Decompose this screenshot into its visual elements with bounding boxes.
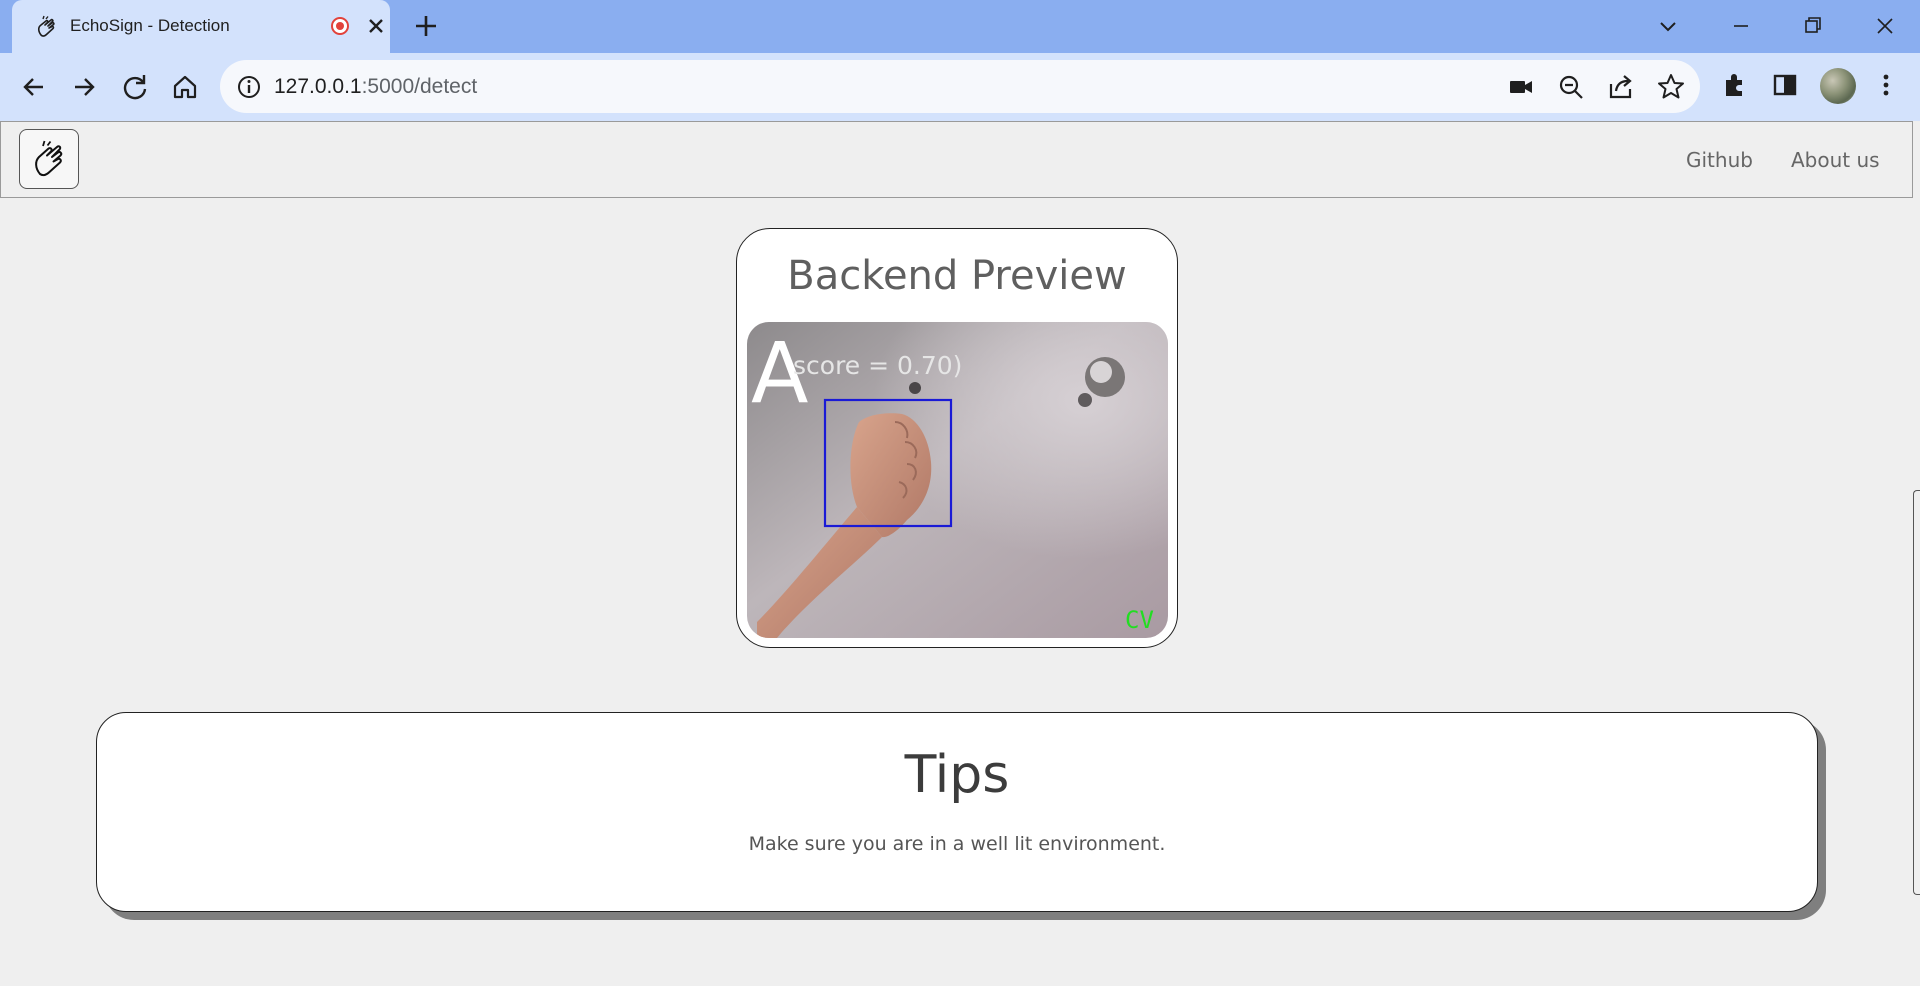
browser-tab-active[interactable]: EchoSign - Detection xyxy=(12,0,390,53)
minimize-icon[interactable] xyxy=(1727,12,1755,40)
backend-preview-card: Backend Preview A score = 0.70) CV xyxy=(736,228,1178,648)
wall-knob-small xyxy=(1078,393,1092,407)
url-text: 127.0.0.1:5000/detect xyxy=(274,75,477,99)
browser-tabstrip: EchoSign - Detection xyxy=(0,0,1920,53)
cv-watermark: CV xyxy=(1125,606,1154,634)
nav-link-github[interactable]: Github xyxy=(1686,148,1753,172)
hand-sign-favicon-icon xyxy=(37,15,55,37)
browser-toolbar: 127.0.0.1:5000/detect xyxy=(0,53,1920,121)
hand-sign-logo-icon xyxy=(35,140,63,177)
forward-arrow-icon[interactable] xyxy=(67,70,101,104)
side-panel-icon[interactable] xyxy=(1770,70,1800,100)
tab-close-icon[interactable] xyxy=(365,15,387,37)
zoom-out-icon[interactable] xyxy=(1556,72,1586,102)
site-info-icon[interactable] xyxy=(236,74,262,100)
profile-avatar[interactable] xyxy=(1820,68,1856,104)
bookmark-star-icon[interactable] xyxy=(1656,72,1686,102)
site-navbar: Github About us xyxy=(0,121,1913,198)
camera-in-use-icon[interactable] xyxy=(1506,72,1536,102)
extensions-puzzle-icon[interactable] xyxy=(1720,70,1750,100)
back-arrow-icon[interactable] xyxy=(17,70,51,104)
recording-indicator-icon xyxy=(331,17,349,35)
tab-title: EchoSign - Detection xyxy=(70,16,230,35)
close-window-icon[interactable] xyxy=(1871,12,1899,40)
tips-card: Tips Make sure you are in a well lit env… xyxy=(96,712,1818,912)
page-scrollbar[interactable] xyxy=(1913,490,1920,895)
echosign-logo[interactable] xyxy=(19,129,79,189)
wall-spot xyxy=(909,382,921,394)
address-bar[interactable]: 127.0.0.1:5000/detect xyxy=(220,60,1700,113)
tips-title: Tips xyxy=(904,745,1010,805)
backend-preview-title: Backend Preview xyxy=(787,253,1127,299)
url-host: 127.0.0.1 xyxy=(274,75,362,98)
detection-score: score = 0.70) xyxy=(793,351,962,380)
share-icon[interactable] xyxy=(1606,72,1636,102)
more-menu-icon[interactable] xyxy=(1871,70,1901,100)
tab-search-chevron-icon[interactable] xyxy=(1654,12,1682,40)
tips-text: Make sure you are in a well lit environm… xyxy=(748,833,1166,855)
nav-link-about-us[interactable]: About us xyxy=(1791,148,1880,172)
wall-knob-highlight xyxy=(1090,361,1112,383)
new-tab-plus-icon[interactable] xyxy=(412,12,440,40)
camera-feed: A score = 0.70) CV xyxy=(747,322,1168,638)
reload-icon[interactable] xyxy=(118,70,152,104)
home-icon[interactable] xyxy=(168,70,202,104)
restore-icon[interactable] xyxy=(1799,12,1827,40)
url-path: :5000/detect xyxy=(361,75,478,98)
